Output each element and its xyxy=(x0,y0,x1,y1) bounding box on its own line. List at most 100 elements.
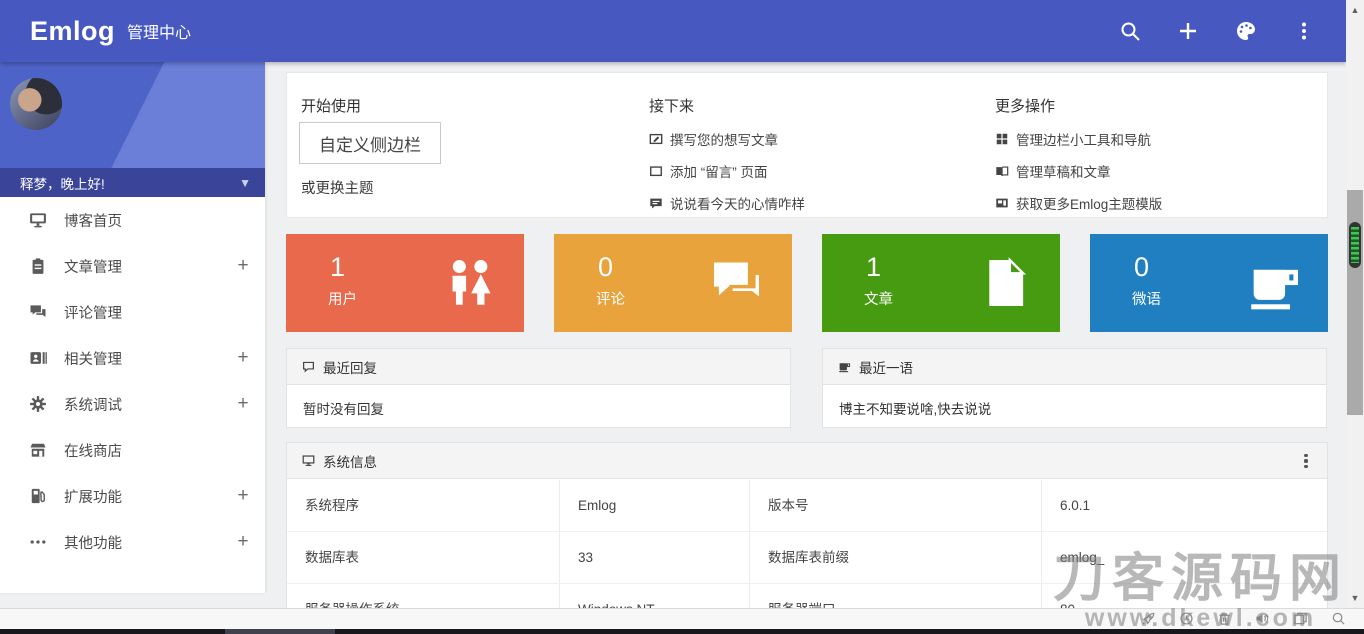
drafts-icon xyxy=(995,164,1009,178)
quick-link-label: 撰写您的想写文章 xyxy=(670,132,778,148)
users-icon xyxy=(440,254,498,312)
taskbar-edge xyxy=(0,629,1364,634)
stat-card-whispers[interactable]: 0 微语 xyxy=(1090,234,1328,332)
sidebar-item-label: 其他功能 xyxy=(64,535,122,552)
expand-plus-icon[interactable]: + xyxy=(233,485,253,507)
expand-plus-icon[interactable]: + xyxy=(233,531,253,553)
browser-bottom-bar xyxy=(0,608,1364,629)
stat-label: 用户 xyxy=(328,292,357,308)
history-icon[interactable] xyxy=(1179,611,1194,626)
sidebar-item-label: 文章管理 xyxy=(64,259,122,276)
customize-sidebar-button[interactable]: 自定义侧边栏 xyxy=(299,122,441,164)
stat-label: 文章 xyxy=(864,292,893,308)
panel-kebab-icon[interactable] xyxy=(1297,451,1315,471)
sidebar-item-label: 相关管理 xyxy=(64,351,122,368)
panel-title: 系统信息 xyxy=(323,454,377,470)
stat-label: 微语 xyxy=(1132,292,1161,308)
expand-plus-icon[interactable]: + xyxy=(233,347,253,369)
stat-card-users[interactable]: 1 用户 xyxy=(286,234,524,332)
scroll-down-icon[interactable]: ▼ xyxy=(1346,590,1364,606)
page-icon xyxy=(649,164,663,178)
monitor-outline-icon xyxy=(302,454,315,467)
emlog-admin-page: Emlog 管理中心 释梦，晚上好! ▼ 博客首页 文章管理 + 评论管理 相关… xyxy=(0,0,1364,634)
sidebar-item-label: 评论管理 xyxy=(64,305,122,322)
windows-icon[interactable] xyxy=(1293,611,1308,626)
getting-started-title: 开始使用 xyxy=(301,98,362,115)
stat-label: 评论 xyxy=(596,292,625,308)
quick-link-label: 说说看今天的心情咋样 xyxy=(670,196,805,212)
more-actions-title: 更多操作 xyxy=(995,98,1056,115)
sidebar-item-label: 扩展功能 xyxy=(64,489,122,506)
emlog-logo: Emlog xyxy=(30,15,116,46)
sidebar-item-debug[interactable]: 系统调试 + xyxy=(0,381,265,427)
vertical-scrollbar[interactable]: ▲ ▼ xyxy=(1346,0,1364,608)
greeting-bar[interactable]: 释梦，晚上好! ▼ xyxy=(0,168,265,197)
system-info-header: 系统信息 xyxy=(287,443,1327,479)
table-cell: 数据库表 xyxy=(305,550,359,565)
recent-whisper-panel: 最近一语 博主不知要说啥,快去说说 xyxy=(822,348,1327,428)
next-steps-title: 接下来 xyxy=(649,98,695,115)
expand-plus-icon[interactable]: + xyxy=(233,393,253,415)
stat-card-comments[interactable]: 0 评论 xyxy=(554,234,792,332)
table-row: 数据库表 33 数据库表前缀 emlog_ xyxy=(287,532,1327,584)
kebab-menu-icon[interactable] xyxy=(1292,19,1316,43)
quick-link-manage-widgets[interactable]: 管理边栏小工具和导航 xyxy=(995,129,1162,148)
welcome-card: 开始使用 自定义侧边栏 或更换主题 接下来 撰写您的想写文章 添加 “留言” 页… xyxy=(286,72,1328,218)
quick-link-label: 管理草稿和文章 xyxy=(1016,164,1111,180)
quick-link-get-themes[interactable]: 获取更多Emlog主题模版 xyxy=(995,193,1162,212)
table-row: 系统程序 Emlog 版本号 6.0.1 xyxy=(287,480,1327,532)
table-cell: Emlog xyxy=(559,480,749,531)
sidebar-banner xyxy=(0,62,265,168)
palette-icon[interactable] xyxy=(1234,19,1258,43)
user-avatar[interactable] xyxy=(10,78,62,130)
sidebar-item-extensions[interactable]: 扩展功能 + xyxy=(0,473,265,519)
store-icon xyxy=(28,440,48,460)
panel-title: 最近回复 xyxy=(323,360,377,376)
panel-title: 最近一语 xyxy=(859,360,913,376)
quick-link-say-mood[interactable]: 说说看今天的心情咋样 xyxy=(649,193,805,212)
file-icon xyxy=(976,254,1034,312)
quick-link-label: 添加 “留言” 页面 xyxy=(670,164,768,180)
sidebar-item-other[interactable]: 其他功能 + xyxy=(0,519,265,565)
coffee-cup-icon xyxy=(1244,254,1302,312)
trash-icon[interactable] xyxy=(1217,611,1232,626)
rocket-icon[interactable] xyxy=(1141,611,1156,626)
sidebar-menu: 博客首页 文章管理 + 评论管理 相关管理 + 系统调试 + 在线商店 扩展功能… xyxy=(0,197,265,565)
recent-whisper-body: 博主不知要说啥,快去说说 xyxy=(839,402,992,417)
plus-icon[interactable] xyxy=(1176,19,1200,43)
sidebar-item-blog-home[interactable]: 博客首页 xyxy=(0,197,265,243)
speaker-icon[interactable] xyxy=(1255,611,1270,626)
table-cell: 33 xyxy=(559,532,749,583)
taskbar-active-segment xyxy=(225,629,335,634)
system-info-panel: 系统信息 系统程序 Emlog 版本号 6.0.1 数据库表 33 数据库表前缀… xyxy=(286,442,1328,634)
chevron-down-icon[interactable]: ▼ xyxy=(239,176,251,190)
search-icon[interactable] xyxy=(1118,19,1142,43)
change-theme-link[interactable]: 或更换主题 xyxy=(301,177,374,198)
table-cell: emlog_ xyxy=(1041,532,1327,583)
sidebar-item-comments[interactable]: 评论管理 xyxy=(0,289,265,335)
quick-link-manage-drafts[interactable]: 管理草稿和文章 xyxy=(995,161,1162,180)
stat-value: 1 xyxy=(866,252,882,282)
compose-icon xyxy=(649,132,663,146)
zoom-icon[interactable] xyxy=(1331,611,1346,626)
quick-link-label: 管理边栏小工具和导航 xyxy=(1016,132,1151,148)
plugin-icon xyxy=(28,486,48,506)
expand-plus-icon[interactable]: + xyxy=(233,255,253,277)
stat-card-articles[interactable]: 1 文章 xyxy=(822,234,1060,332)
table-cell: 6.0.1 xyxy=(1041,480,1327,531)
reply-bubble-icon xyxy=(302,360,315,373)
quick-link-add-page[interactable]: 添加 “留言” 页面 xyxy=(649,161,805,180)
next-steps-column: 接下来 撰写您的想写文章 添加 “留言” 页面 说说看今天的心情咋样 xyxy=(649,95,805,212)
contacts-icon xyxy=(28,348,48,368)
sidebar-item-store[interactable]: 在线商店 xyxy=(0,427,265,473)
chat-bubbles-icon xyxy=(708,254,766,312)
scroll-up-icon[interactable]: ▲ xyxy=(1346,2,1364,18)
sidebar-item-label: 博客首页 xyxy=(64,213,122,230)
recent-replies-header: 最近回复 xyxy=(287,349,790,385)
sidebar: 释梦，晚上好! ▼ 博客首页 文章管理 + 评论管理 相关管理 + 系统调试 +… xyxy=(0,62,265,593)
quick-link-write-article[interactable]: 撰写您的想写文章 xyxy=(649,129,805,148)
sidebar-item-articles[interactable]: 文章管理 + xyxy=(0,243,265,289)
sidebar-item-related[interactable]: 相关管理 + xyxy=(0,335,265,381)
stat-value: 1 xyxy=(330,252,346,282)
more-actions-column: 更多操作 管理边栏小工具和导航 管理草稿和文章 获取更多Emlog主题模版 xyxy=(995,95,1162,212)
